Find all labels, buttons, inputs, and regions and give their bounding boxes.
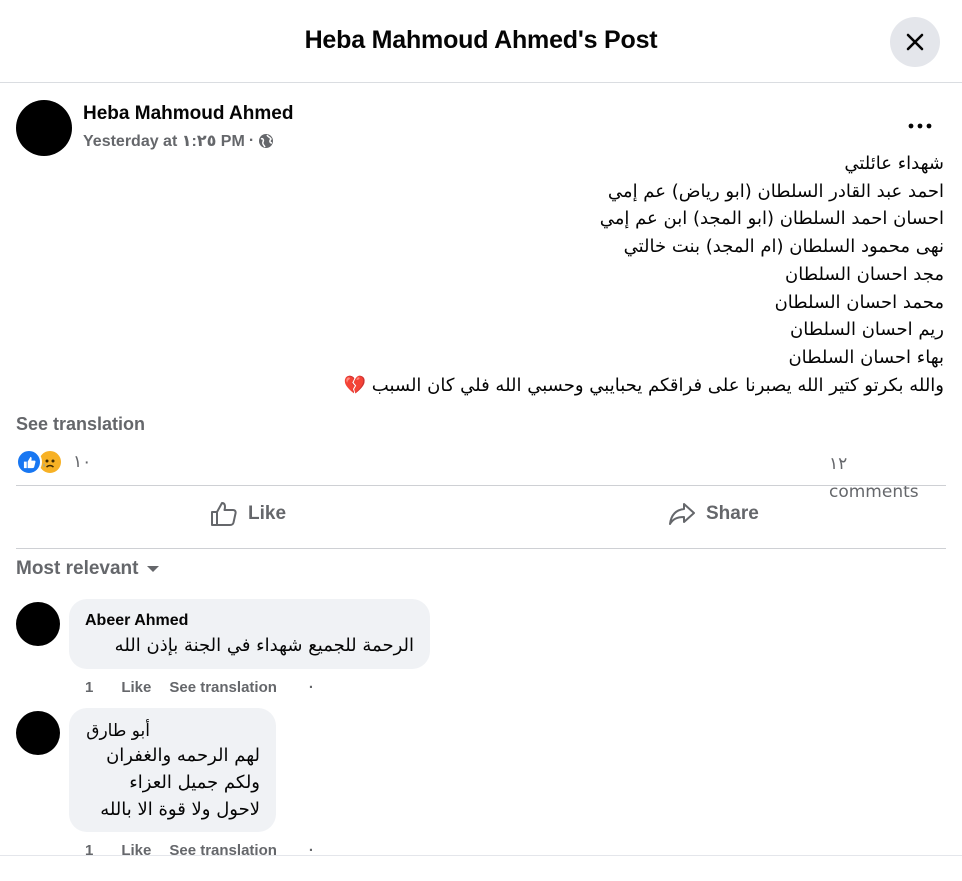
post-line: بهاء احسان السلطان [788,346,944,368]
caret-down-icon [147,566,160,572]
comment-time[interactable]: 1 [85,679,93,696]
comment-sort-dropdown[interactable]: Most relevant [16,558,160,580]
more-options-button[interactable] [900,108,940,144]
reaction-count: ١٠ [73,452,92,471]
thumbs-up-icon [211,502,237,526]
more-icon [908,123,932,129]
like-label: Like [248,503,287,524]
comment-text: الرحمة للجميع شهداء في الجنة بإذن الله [114,635,414,656]
reactions-summary[interactable]: ١٠ [16,449,91,475]
post-meta: Yesterday at ١:٢٥ PM · [83,131,274,151]
globe-icon[interactable] [258,133,274,149]
comment-line: ولكم جميل العزاء [129,772,260,793]
share-icon [669,503,695,525]
post-line: احمد عبد القادر السلطان (ابو رياض) عم إم… [607,180,944,202]
divider [16,548,946,549]
comment-line: لهم الرحمه والغفران [106,745,260,766]
share-button[interactable]: Share [668,496,759,532]
post-line: محمد احسان السلطان [774,291,944,313]
dialog-header: Heba Mahmoud Ahmed's Post [0,0,962,83]
comment-translation-link[interactable]: See translation [169,679,277,696]
dialog-title: Heba Mahmoud Ahmed's Post [304,26,658,54]
post-dialog: Heba Mahmoud Ahmed's Post Heba Mahmoud A… [0,0,962,881]
comments-count[interactable]: ١٢ comments [829,450,939,506]
commenter-avatar[interactable] [16,602,60,646]
post-message: شهداء عائلتي احمد عبد القادر السلطان (اب… [290,150,944,399]
comment-author[interactable]: أبو طارق [86,721,150,741]
post-line: احسان احمد السلطان (ابو المجد) ابن عم إم… [599,208,944,230]
see-translation-link[interactable]: See translation [16,414,145,435]
share-label: Share [706,503,759,524]
comment-composer-area [0,856,962,881]
post-author-name[interactable]: Heba Mahmoud Ahmed [83,103,293,125]
like-reaction-icon [16,449,42,475]
comment-author[interactable]: Abeer Ahmed [85,612,188,630]
divider [16,485,946,486]
post-line: مجد احسان السلطان [784,263,944,285]
comment-line: لاحول ولا قوة الا بالله [100,799,260,820]
meta-separator: · [248,132,255,149]
post-line: شهداء عائلتي [844,153,944,174]
close-icon [906,33,924,51]
post-line: نهى محمود السلطان (ام المجد) بنت خالتي [623,236,944,258]
post-timestamp[interactable]: Yesterday at ١:٢٥ PM [83,131,245,151]
comment-bubble: أبو طارق لهم الرحمه والغفران ولكم جميل ا… [69,708,276,832]
comment-like-button[interactable]: Like [121,679,151,696]
commenter-avatar[interactable] [16,711,60,755]
post-line: ريم احسان السلطان [790,319,944,341]
comment-dot: · [308,679,314,696]
author-avatar[interactable] [16,100,72,156]
sort-label: Most relevant [16,558,139,579]
close-button[interactable] [890,17,940,67]
post-line: والله بكرتو كتير الله يصبرنا على فراقكم … [343,374,944,396]
comment-actions: 1 Like See translation · [85,679,314,696]
like-button[interactable]: Like [210,496,286,532]
comment-bubble: Abeer Ahmed الرحمة للجميع شهداء في الجنة… [69,599,430,669]
